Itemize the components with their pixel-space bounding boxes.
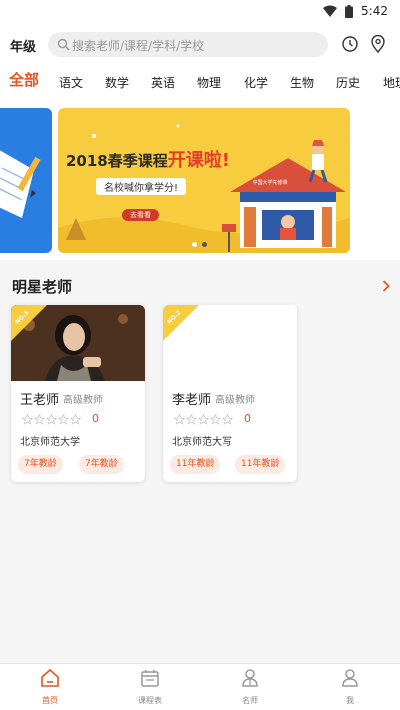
star-icon bbox=[174, 414, 185, 425]
nav-profile[interactable]: 我 bbox=[320, 668, 380, 706]
tab-geography[interactable]: 地理 bbox=[383, 74, 400, 91]
building-sign: 中国大学先修课 bbox=[252, 180, 288, 186]
star-icon bbox=[58, 414, 69, 425]
star-teachers-header: 明星老师 bbox=[0, 268, 400, 302]
star-icon bbox=[198, 414, 209, 425]
home-icon bbox=[41, 668, 59, 687]
search-input[interactable]: 搜索老师/课程/学科/学校 bbox=[48, 32, 328, 57]
chevron-right-icon[interactable] bbox=[382, 280, 390, 292]
teacher-level: 高级教师 bbox=[63, 395, 103, 406]
teacher-card[interactable]: NO.1 王老师 高级教师 0 北京师范大学 7年教龄 7年教龄 bbox=[11, 305, 145, 482]
nav-home-label: 首页 bbox=[42, 696, 58, 705]
banner-subtitle: 名校喊你拿学分! bbox=[96, 178, 187, 195]
status-bar: 5:42 bbox=[0, 0, 400, 24]
profile-icon bbox=[342, 669, 358, 687]
nav-teachers-label: 名师 bbox=[242, 696, 258, 705]
star-icon bbox=[70, 414, 81, 425]
tab-chemistry[interactable]: 化学 bbox=[244, 74, 268, 91]
rating-score: 0 bbox=[244, 412, 251, 425]
banner-carousel[interactable]: 2018春季课程开课啦! 名校喊你拿学分! 去看看 中国大学先修课 bbox=[0, 98, 400, 260]
teacher-level: 高级教师 bbox=[215, 395, 255, 406]
banner-spring-courses[interactable]: 2018春季课程开课啦! 名校喊你拿学分! 去看看 中国大学先修课 bbox=[58, 108, 350, 253]
experience-tag: 7年教龄 bbox=[18, 455, 63, 474]
teacher-name: 王老师 bbox=[20, 393, 60, 408]
calendar-icon bbox=[141, 670, 159, 687]
nav-schedule-label: 课程表 bbox=[138, 696, 162, 705]
star-icon bbox=[210, 414, 221, 425]
bottom-nav: 首页 课程表 名师 我 bbox=[0, 663, 400, 710]
experience-tag: 7年教龄 bbox=[79, 455, 124, 474]
star-icon bbox=[222, 414, 233, 425]
star-icon bbox=[22, 414, 33, 425]
paper-pencil-illustration bbox=[0, 150, 41, 218]
clock-icon[interactable] bbox=[342, 36, 358, 52]
star-icon bbox=[186, 414, 197, 425]
star-rating bbox=[22, 414, 81, 425]
nav-profile-label: 我 bbox=[346, 696, 354, 705]
location-pin-icon[interactable] bbox=[371, 35, 385, 53]
experience-tag: 11年教龄 bbox=[170, 455, 221, 474]
teacher-school: 北京师范大写 bbox=[172, 437, 232, 448]
tab-history[interactable]: 历史 bbox=[336, 74, 360, 91]
carousel-dot-1[interactable] bbox=[192, 242, 197, 247]
school-building-illustration bbox=[222, 140, 346, 252]
rating-score: 0 bbox=[92, 412, 99, 425]
banner-title-main: 2018春季课程 bbox=[66, 152, 168, 170]
banner-prev-slide[interactable] bbox=[0, 108, 52, 253]
tab-english[interactable]: 英语 bbox=[151, 74, 175, 91]
experience-tag: 11年教龄 bbox=[235, 455, 286, 474]
star-icon bbox=[34, 414, 45, 425]
teacher-icon bbox=[242, 669, 258, 687]
status-time: 5:42 bbox=[361, 4, 388, 18]
tab-physics[interactable]: 物理 bbox=[197, 74, 221, 91]
top-header: 年级 搜索老师/课程/学科/学校 bbox=[0, 24, 400, 66]
battery-icon bbox=[345, 4, 354, 18]
teacher-card[interactable]: NO.2 李老师 高级教师 0 北京师范大写 11年教龄 11年教龄 bbox=[163, 305, 297, 482]
tab-all[interactable]: 全部 bbox=[9, 69, 39, 90]
star-icon bbox=[46, 414, 57, 425]
search-placeholder: 搜索老师/课程/学科/学校 bbox=[72, 39, 205, 53]
tab-math[interactable]: 数学 bbox=[105, 74, 129, 91]
tab-chinese[interactable]: 语文 bbox=[59, 74, 83, 91]
carousel-dot-2[interactable] bbox=[202, 242, 207, 247]
grade-selector[interactable]: 年级 bbox=[10, 36, 36, 55]
search-icon bbox=[57, 38, 70, 51]
banner-go-button[interactable]: 去看看 bbox=[122, 209, 159, 221]
tab-biology[interactable]: 生物 bbox=[290, 74, 314, 91]
wifi-icon bbox=[323, 5, 338, 17]
teacher-school: 北京师范大学 bbox=[20, 437, 80, 448]
nav-schedule[interactable]: 课程表 bbox=[120, 668, 180, 706]
nav-home[interactable]: 首页 bbox=[20, 668, 80, 706]
nav-teachers[interactable]: 名师 bbox=[220, 668, 280, 706]
section-title: 明星老师 bbox=[12, 278, 73, 296]
star-rating bbox=[174, 414, 233, 425]
banner-title: 2018春季课程开课啦! bbox=[66, 146, 230, 172]
subject-tabs: 全部 语文 数学 英语 物理 化学 生物 历史 地理 bbox=[0, 66, 400, 98]
teacher-name: 李老师 bbox=[172, 393, 212, 408]
